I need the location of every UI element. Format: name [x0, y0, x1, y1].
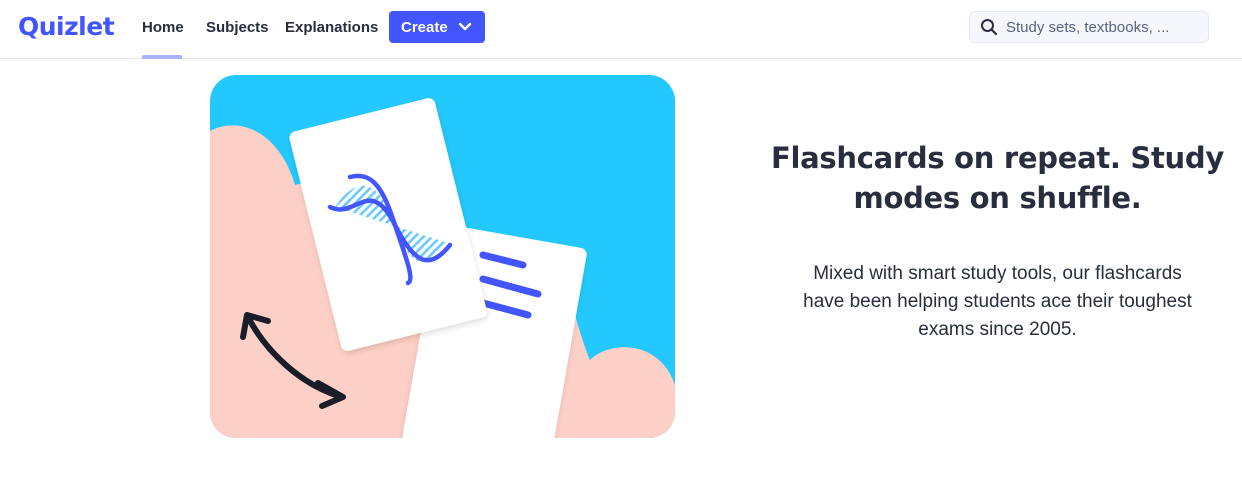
hero-description-line-2: have been helping students ace their tou…: [803, 291, 1192, 312]
nav-home[interactable]: Home: [142, 19, 184, 36]
hero-description-line-3: exams since 2005.: [918, 319, 1077, 340]
chevron-down-icon: [458, 22, 471, 31]
search-icon: [981, 19, 998, 36]
nav-subjects[interactable]: Subjects: [206, 19, 269, 36]
top-navigation-bar: Quizlet Home Subjects Explanations Creat…: [0, 0, 1242, 59]
hero-headline-line-1: Flashcards on repeat. Study: [771, 141, 1224, 175]
hero-headline-line-2: modes on shuffle.: [853, 181, 1142, 215]
quizlet-logo[interactable]: Quizlet: [18, 12, 115, 41]
hero-description: Mixed with smart study tools, our flashc…: [770, 260, 1225, 344]
nav-explanations[interactable]: Explanations: [285, 19, 378, 36]
flashcards-illustration: [210, 75, 675, 438]
hero-description-line-1: Mixed with smart study tools, our flashc…: [813, 263, 1182, 284]
create-button-label: Create: [401, 18, 448, 36]
hero-headline: Flashcards on repeat. Study modes on shu…: [770, 138, 1225, 218]
search-input[interactable]: [1006, 18, 1196, 36]
search-box[interactable]: [969, 11, 1209, 43]
create-button[interactable]: Create: [389, 11, 485, 43]
flashcards-illustration-art: [210, 75, 675, 438]
active-nav-indicator: [142, 55, 182, 59]
